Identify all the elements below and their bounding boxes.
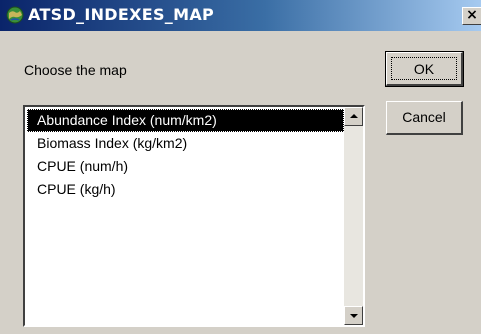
list-item-abundance-index[interactable]: Abundance Index (num/km2) <box>27 109 344 132</box>
ok-button[interactable]: OK <box>385 51 464 87</box>
atsd-indexes-map-dialog: ATSD_INDEXES_MAP × Choose the map Abunda… <box>0 0 481 334</box>
list-item-biomass-index[interactable]: Biomass Index (kg/km2) <box>27 132 344 155</box>
vertical-scrollbar[interactable] <box>344 107 363 325</box>
scroll-up-button[interactable] <box>344 107 363 126</box>
map-list-items: Abundance Index (num/km2) Biomass Index … <box>27 109 344 201</box>
arrow-down-icon <box>350 314 358 318</box>
window-title: ATSD_INDEXES_MAP <box>28 5 215 24</box>
title-bar[interactable]: ATSD_INDEXES_MAP × <box>0 0 481 31</box>
choose-map-label: Choose the map <box>24 62 127 78</box>
scroll-down-button[interactable] <box>344 306 363 325</box>
list-item-cpue-num[interactable]: CPUE (num/h) <box>27 155 344 178</box>
map-listbox[interactable]: Abundance Index (num/km2) Biomass Index … <box>23 105 365 327</box>
globe-icon <box>6 6 24 24</box>
ok-button-label: OK <box>391 57 457 80</box>
close-button[interactable]: × <box>462 7 481 25</box>
arrow-up-icon <box>350 114 358 118</box>
list-item-cpue-kg[interactable]: CPUE (kg/h) <box>27 178 344 201</box>
cancel-button[interactable]: Cancel <box>386 101 463 135</box>
